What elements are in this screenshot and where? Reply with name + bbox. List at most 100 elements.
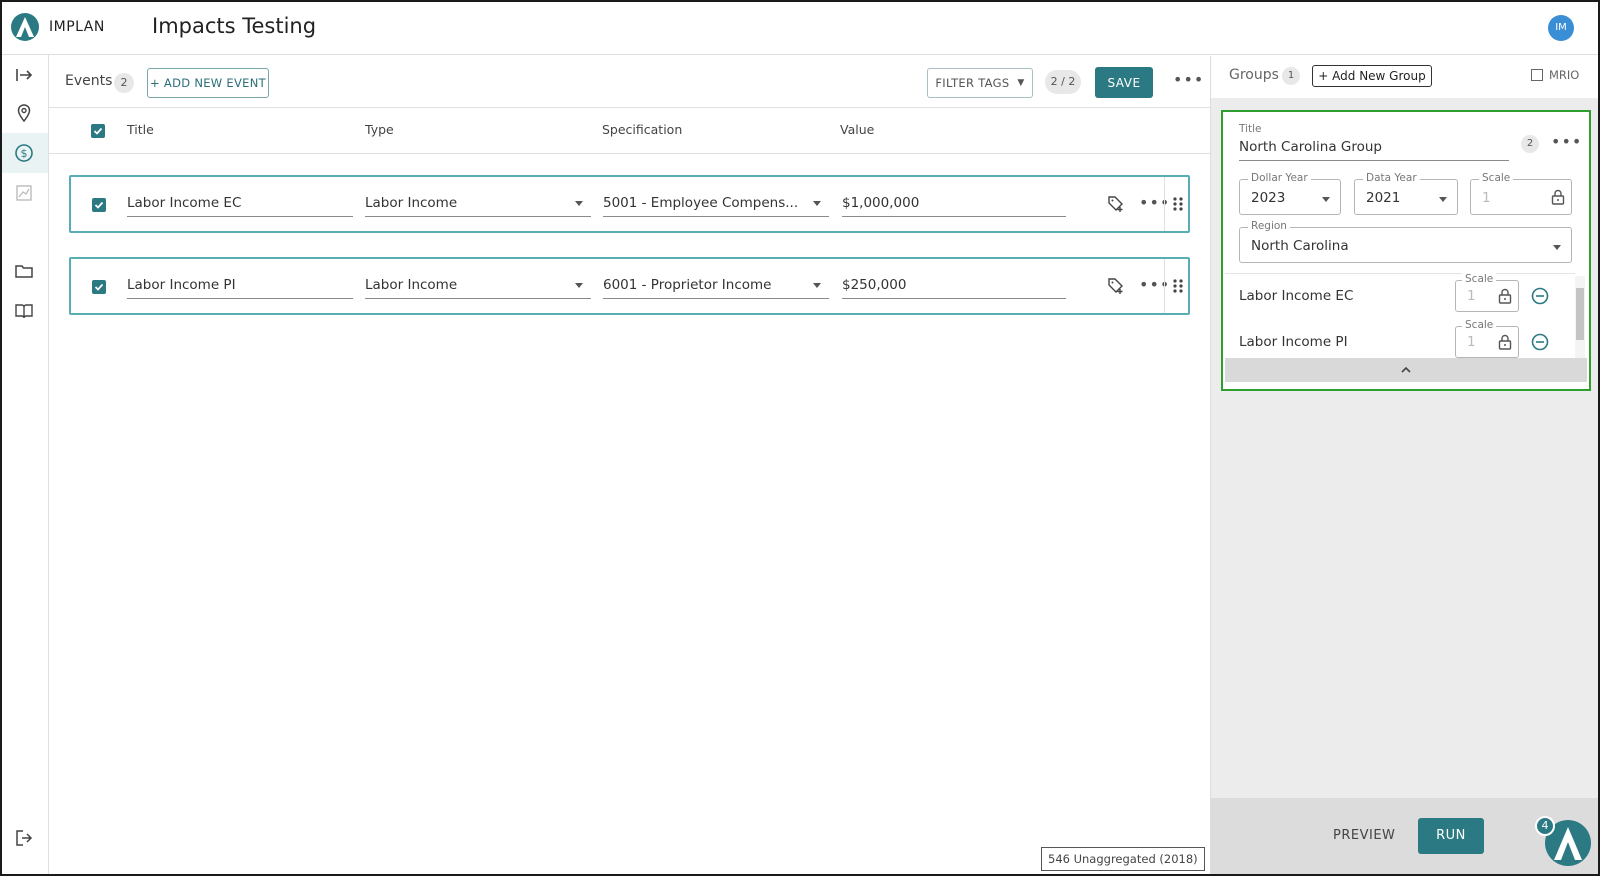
- event-row[interactable]: Labor Income PI Labor Income 6001 - Prop…: [69, 257, 1190, 315]
- mrio-toggle[interactable]: MRIO: [1531, 68, 1579, 82]
- groups-count-badge: 1: [1282, 67, 1300, 85]
- drag-handle-icon: [1172, 279, 1183, 293]
- dollar-year-select[interactable]: Dollar Year 2023: [1239, 172, 1341, 215]
- logout-icon: [16, 830, 33, 846]
- chart-icon: [16, 185, 32, 201]
- unaggregated-status[interactable]: 546 Unaggregated (2018): [1041, 847, 1205, 871]
- dropdown-arrow-icon: [575, 283, 583, 288]
- lock-icon[interactable]: [1498, 288, 1512, 304]
- group-card[interactable]: Title North Carolina Group 2 ••• Dollar …: [1221, 110, 1591, 391]
- event-specification-select[interactable]: 5001 - Employee Compens...: [603, 193, 829, 217]
- event-value-input[interactable]: $1,000,000: [842, 193, 1066, 217]
- nav-collapse-item[interactable]: [0, 55, 48, 95]
- drag-handle-icon: [1172, 197, 1183, 211]
- dollar-year-label: Dollar Year: [1248, 172, 1311, 184]
- filter-tags-button[interactable]: FILTER TAGS ▼: [927, 68, 1033, 98]
- event-title-input[interactable]: Labor Income PI: [127, 275, 353, 299]
- groups-panel: Groups 1 + Add New Group MRIO Title Nort…: [1210, 56, 1600, 876]
- save-button[interactable]: SAVE: [1095, 67, 1153, 98]
- collapse-group-button[interactable]: [1225, 358, 1587, 382]
- add-tag-icon[interactable]: [1107, 277, 1125, 295]
- user-avatar[interactable]: IM: [1548, 15, 1574, 41]
- drag-handle[interactable]: [1164, 177, 1190, 231]
- svg-text:$: $: [21, 147, 28, 160]
- group-more-options-icon[interactable]: •••: [1551, 134, 1582, 150]
- group-scale-input[interactable]: Scale 1: [1470, 172, 1572, 215]
- event-checkbox[interactable]: [92, 198, 106, 212]
- event-specification-value: 6001 - Proprietor Income: [603, 277, 772, 293]
- region-label: Region: [1248, 220, 1290, 232]
- group-title-input[interactable]: North Carolina Group: [1239, 139, 1382, 155]
- add-tag-icon[interactable]: [1107, 195, 1125, 213]
- run-bar: PREVIEW RUN 4: [1211, 798, 1600, 876]
- scrollbar-thumb[interactable]: [1576, 288, 1584, 340]
- nav-book-item[interactable]: [0, 291, 48, 331]
- more-options-icon[interactable]: •••: [1173, 72, 1204, 88]
- events-count-badge: 2: [114, 73, 134, 93]
- add-new-event-button[interactable]: + ADD NEW EVENT: [147, 68, 269, 98]
- group-event-scale-input[interactable]: Scale 1: [1455, 319, 1519, 358]
- remove-circle-icon[interactable]: [1531, 287, 1549, 305]
- location-pin-icon: [17, 104, 31, 123]
- group-events-scrollbar[interactable]: [1575, 276, 1585, 358]
- column-specification[interactable]: Specification: [602, 122, 682, 137]
- column-value[interactable]: Value: [840, 122, 874, 137]
- caret-down-icon: ▼: [1017, 78, 1025, 88]
- event-checkbox[interactable]: [92, 280, 106, 294]
- column-title[interactable]: Title: [127, 122, 154, 137]
- nav-dollar-item[interactable]: $: [0, 133, 48, 173]
- group-event-name: Labor Income PI: [1239, 334, 1348, 350]
- dollar-year-value: 2023: [1251, 190, 1286, 206]
- logo-text: IMPLAN: [49, 19, 105, 35]
- event-title-input[interactable]: Labor Income EC: [127, 193, 353, 217]
- event-specification-value: 5001 - Employee Compens...: [603, 195, 799, 211]
- lock-icon[interactable]: [1551, 189, 1565, 205]
- event-type-select[interactable]: Labor Income: [365, 275, 591, 299]
- book-icon: [15, 304, 33, 319]
- dropdown-arrow-icon: [1439, 197, 1447, 202]
- run-button[interactable]: RUN: [1418, 818, 1484, 854]
- nav-logout-item[interactable]: [0, 818, 48, 858]
- scale-label: Scale: [1462, 273, 1497, 285]
- lock-icon[interactable]: [1498, 334, 1512, 350]
- mrio-label: MRIO: [1549, 68, 1580, 82]
- dropdown-arrow-icon: [1553, 245, 1561, 250]
- data-year-select[interactable]: Data Year 2021: [1354, 172, 1458, 215]
- notification-badge: 4: [1535, 816, 1555, 836]
- scale-value: 1: [1467, 288, 1476, 304]
- nav-location-item[interactable]: [0, 93, 48, 133]
- region-value: North Carolina: [1251, 238, 1349, 254]
- region-select[interactable]: Region North Carolina: [1239, 220, 1572, 263]
- dropdown-arrow-icon: [813, 283, 821, 288]
- filter-tags-label: FILTER TAGS: [935, 76, 1010, 90]
- events-label: Events: [65, 73, 113, 89]
- group-event-scale-input[interactable]: Scale 1: [1455, 273, 1519, 312]
- scale-label: Scale: [1462, 319, 1497, 331]
- select-all-checkbox[interactable]: [91, 124, 105, 138]
- groups-label: Groups: [1229, 67, 1279, 83]
- implan-logo-icon[interactable]: [10, 12, 40, 42]
- section-divider: [1225, 273, 1575, 274]
- event-type-select[interactable]: Labor Income: [365, 193, 591, 217]
- event-specification-select[interactable]: 6001 - Proprietor Income: [603, 275, 829, 299]
- app-header: IMPLAN Impacts Testing IM: [0, 0, 1600, 55]
- group-event-name: Labor Income EC: [1239, 288, 1354, 304]
- nav-chart-item[interactable]: [0, 173, 48, 213]
- group-title-label: Title: [1239, 123, 1262, 135]
- data-year-value: 2021: [1366, 190, 1401, 206]
- column-type[interactable]: Type: [365, 122, 394, 137]
- preview-button[interactable]: PREVIEW: [1333, 828, 1395, 843]
- folder-icon: [15, 265, 33, 278]
- checkmark-icon: [94, 283, 104, 291]
- scale-value: 1: [1482, 190, 1491, 206]
- event-row[interactable]: Labor Income EC Labor Income 5001 - Empl…: [69, 175, 1190, 233]
- dollar-icon: $: [15, 144, 33, 162]
- remove-circle-icon[interactable]: [1531, 333, 1549, 351]
- title-underline: [1239, 160, 1509, 161]
- nav-folder-item[interactable]: [0, 251, 48, 291]
- add-new-group-button[interactable]: + Add New Group: [1312, 65, 1432, 87]
- drag-handle[interactable]: [1164, 259, 1190, 313]
- mrio-checkbox[interactable]: [1531, 69, 1543, 81]
- event-value-input[interactable]: $250,000: [842, 275, 1066, 299]
- page-indicator: 2 / 2: [1045, 70, 1081, 94]
